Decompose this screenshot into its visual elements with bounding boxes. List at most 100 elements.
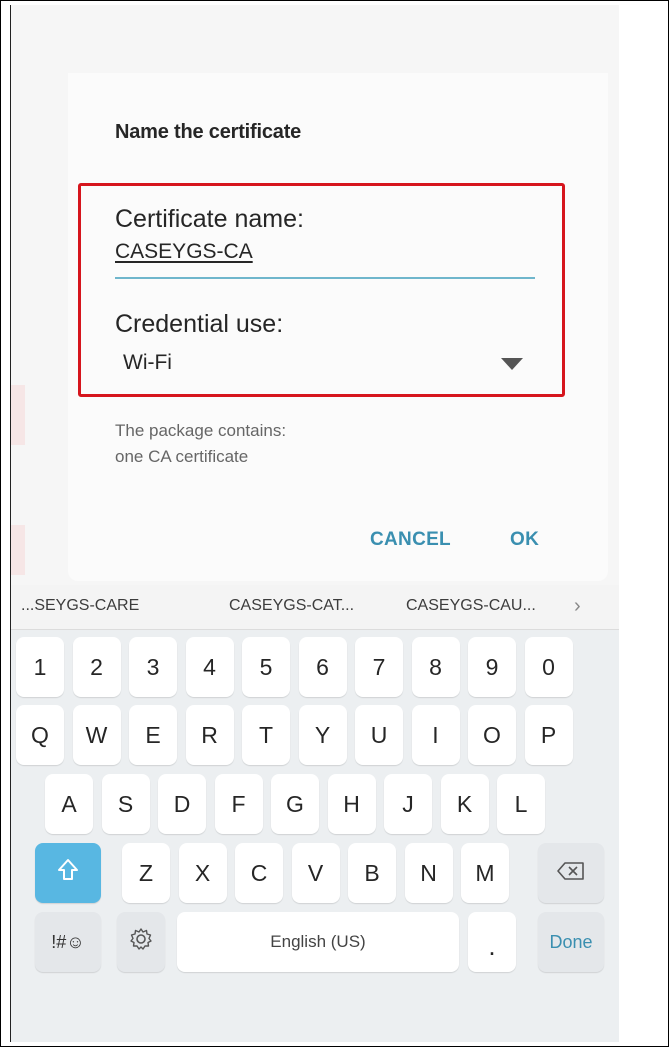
key-m[interactable]: M <box>461 843 509 903</box>
key-r[interactable]: R <box>185 705 234 765</box>
key-z[interactable]: Z <box>122 843 170 903</box>
key-0[interactable]: 0 <box>524 637 573 697</box>
key-j[interactable]: J <box>384 774 432 834</box>
key-f[interactable]: F <box>214 774 263 834</box>
key-1-label: 1 <box>33 653 47 680</box>
key-z-label: Z <box>138 859 154 886</box>
key-7-label: 7 <box>372 653 386 680</box>
key-y[interactable]: Y <box>298 705 347 765</box>
cancel-button[interactable]: CANCEL <box>370 529 451 551</box>
key-s[interactable]: S <box>101 774 150 834</box>
key-5[interactable]: 5 <box>242 637 290 697</box>
key-8-label: 8 <box>429 653 442 680</box>
key-l-label: L <box>514 790 528 817</box>
key-q[interactable]: Q <box>16 705 64 765</box>
key-6[interactable]: 6 <box>298 637 347 697</box>
key-u-label: U <box>370 721 388 748</box>
key-g[interactable]: G <box>271 774 319 834</box>
shift-arrow-icon <box>57 858 79 888</box>
dialog-title: Name the certificate <box>115 121 302 143</box>
key-b[interactable]: B <box>348 843 396 903</box>
key-n[interactable]: N <box>404 843 453 903</box>
symbols-key-label: !#☺ <box>51 931 85 952</box>
key-7[interactable]: 7 <box>355 637 403 697</box>
key-o[interactable]: O <box>468 705 516 765</box>
key-v[interactable]: V <box>291 843 340 903</box>
key-2-label: 2 <box>90 653 103 680</box>
key-k[interactable]: K <box>440 774 489 834</box>
certificate-name-label: Certificate name: <box>115 205 304 233</box>
key-i[interactable]: I <box>411 705 460 765</box>
key-e-label: E <box>145 721 161 748</box>
dropdown-arrow-icon <box>501 358 523 370</box>
key-u[interactable]: U <box>355 705 403 765</box>
key-x-label: X <box>194 859 211 886</box>
chevron-right-icon[interactable]: › <box>574 595 581 618</box>
suggestion-item[interactable]: CASEYGS-CAT... <box>229 597 354 615</box>
key-f-label: F <box>231 790 246 817</box>
ok-button[interactable]: OK <box>510 529 539 551</box>
key-3-label: 3 <box>146 653 160 680</box>
key-p[interactable]: P <box>524 705 573 765</box>
credential-use-label: Credential use: <box>115 310 284 338</box>
credential-use-dropdown[interactable]: Wi-Fi <box>115 343 535 383</box>
name-certificate-dialog: Name the certificate Certificate name: C… <box>68 73 608 581</box>
key-h[interactable]: H <box>327 774 376 834</box>
key-m-label: M <box>475 859 495 886</box>
key-y-label: Y <box>314 721 331 748</box>
edge-mark <box>11 525 25 575</box>
key-x[interactable]: X <box>178 843 227 903</box>
key-c[interactable]: C <box>235 843 283 903</box>
key-h-label: H <box>343 790 360 817</box>
space-key-label: English (US) <box>270 932 366 951</box>
period-key[interactable]: . <box>468 912 516 972</box>
gear-icon <box>128 926 154 958</box>
key-8[interactable]: 8 <box>411 637 460 697</box>
key-b-label: B <box>364 859 380 886</box>
key-a-label: A <box>61 790 77 817</box>
key-w-label: W <box>85 721 108 748</box>
key-p-label: P <box>540 721 557 748</box>
key-k-label: K <box>456 790 473 817</box>
done-key-label: Done <box>549 931 593 952</box>
key-n-label: N <box>420 859 437 886</box>
key-l[interactable]: L <box>497 774 545 834</box>
shift-key[interactable] <box>35 843 101 903</box>
key-4[interactable]: 4 <box>185 637 234 697</box>
suggestion-bar: ...SEYGS-CARE CASEYGS-CAT... CASEYGS-CAU… <box>11 585 619 630</box>
key-4-label: 4 <box>203 653 216 680</box>
key-2[interactable]: 2 <box>72 637 121 697</box>
key-t-label: T <box>258 721 274 748</box>
package-info: The package contains: one CA certificate <box>115 418 286 470</box>
backspace-key[interactable] <box>538 843 604 903</box>
symbols-key[interactable]: !#☺ <box>35 912 101 972</box>
key-9-label: 9 <box>485 653 499 680</box>
key-w[interactable]: W <box>72 705 121 765</box>
backspace-icon <box>556 860 586 887</box>
certificate-name-input[interactable]: CASEYGS-CA <box>115 240 253 264</box>
package-info-line: The package contains: <box>115 421 287 440</box>
suggestion-item[interactable]: CASEYGS-CAU... <box>406 597 536 615</box>
key-c-label: C <box>250 859 268 886</box>
space-key[interactable]: English (US) <box>177 912 459 972</box>
key-a[interactable]: A <box>45 774 93 834</box>
screenshot-frame: Name the certificate Certificate name: C… <box>0 0 669 1047</box>
key-s-label: S <box>117 790 134 817</box>
key-q-label: Q <box>31 721 49 748</box>
key-d-label: D <box>173 790 191 817</box>
key-j-label: J <box>402 790 414 817</box>
package-info-line: one CA certificate <box>115 447 249 466</box>
key-o-label: O <box>483 721 501 748</box>
done-key[interactable]: Done <box>538 912 604 972</box>
key-e[interactable]: E <box>129 705 177 765</box>
key-9[interactable]: 9 <box>468 637 516 697</box>
key-5-label: 5 <box>259 653 273 680</box>
key-1[interactable]: 1 <box>16 637 64 697</box>
key-r-label: R <box>201 721 218 748</box>
settings-key[interactable] <box>117 912 165 972</box>
key-0-label: 0 <box>542 653 555 680</box>
key-d[interactable]: D <box>158 774 206 834</box>
key-t[interactable]: T <box>242 705 290 765</box>
suggestion-item[interactable]: ...SEYGS-CARE <box>21 597 139 615</box>
key-3[interactable]: 3 <box>129 637 177 697</box>
